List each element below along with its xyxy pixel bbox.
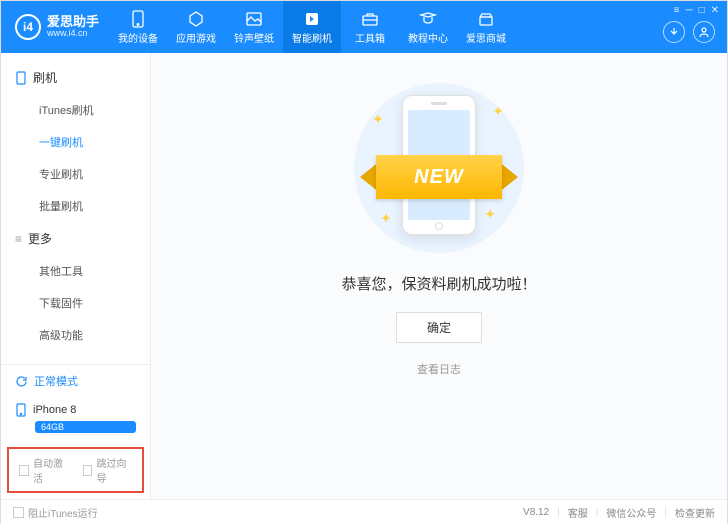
version-label: V8.12 [523,507,549,518]
device-info[interactable]: iPhone 8 64GB [1,397,150,443]
wechat-link[interactable]: 微信公众号 [606,505,656,520]
phone-icon [15,403,27,417]
block-itunes-checkbox[interactable]: 阻止iTunes运行 [13,505,98,520]
sidebar-item-download-fw[interactable]: 下载固件 [1,287,150,319]
nav-tools[interactable]: 工具箱 [341,1,399,53]
sidebar-item-other-tools[interactable]: 其他工具 [1,255,150,287]
status-bar: 阻止iTunes运行 V8.12 | 客服 | 微信公众号 | 检查更新 [1,499,727,525]
sidebar-group-more: ≡ 更多 [1,222,150,255]
device-icon [129,10,147,28]
update-link[interactable]: 检查更新 [675,505,715,520]
main-content: ✦ ✦ ✦ ✦ NEW 恭喜您，保资料刷机成功啦！ 确定 查看日志 [151,53,727,499]
brand-logo: i4 爱思助手 www.i4.cn [1,14,109,40]
view-log-link[interactable]: 查看日志 [417,361,461,377]
menu-icon[interactable]: ≡ [674,5,680,16]
nav-tutorial[interactable]: 教程中心 [399,1,457,53]
shop-icon [477,10,495,28]
nav-flash[interactable]: 智能刷机 [283,1,341,53]
sidebar-item-pro-flash[interactable]: 专业刷机 [1,158,150,190]
new-ribbon: NEW [354,155,524,199]
toolbox-icon [361,10,379,28]
storage-badge: 64GB [35,421,136,433]
ok-button[interactable]: 确定 [396,312,482,343]
device-mode[interactable]: 正常模式 [1,365,150,397]
success-illustration: ✦ ✦ ✦ ✦ NEW [334,83,544,253]
auto-activate-checkbox[interactable]: 自动激活 [19,455,69,485]
minimize-icon[interactable]: ─ [685,5,692,16]
sidebar-group-flash: 刷机 [1,61,150,94]
nav-shop[interactable]: 爱思商城 [457,1,515,53]
window-controls: ≡ ─ □ ✕ [674,5,719,16]
support-link[interactable]: 客服 [568,505,588,520]
close-icon[interactable]: ✕ [711,5,719,16]
menu-icon: ≡ [15,232,22,246]
sidebar: 刷机 iTunes刷机 一键刷机 专业刷机 批量刷机 ≡ 更多 其他工具 下载固… [1,53,151,499]
device-icon [15,71,27,85]
media-icon [245,10,263,28]
flash-icon [303,10,321,28]
logo-icon: i4 [15,14,41,40]
options-highlighted: 自动激活 跳过向导 [7,447,144,493]
sidebar-item-advanced[interactable]: 高级功能 [1,319,150,351]
success-message: 恭喜您，保资料刷机成功啦！ [341,273,536,294]
nav-my-device[interactable]: 我的设备 [109,1,167,53]
nav-apps[interactable]: 应用游戏 [167,1,225,53]
sidebar-item-batch-flash[interactable]: 批量刷机 [1,190,150,222]
tutorial-icon [419,10,437,28]
sidebar-item-oneclick-flash[interactable]: 一键刷机 [1,126,150,158]
main-nav: 我的设备 应用游戏 铃声壁纸 智能刷机 工具箱 教程中心 爱思商城 [109,1,515,53]
brand-url: www.i4.cn [47,29,99,39]
nav-media[interactable]: 铃声壁纸 [225,1,283,53]
user-button[interactable] [693,21,715,43]
brand-title: 爱思助手 [47,15,99,29]
skip-guide-checkbox[interactable]: 跳过向导 [83,455,133,485]
sidebar-item-itunes-flash[interactable]: iTunes刷机 [1,94,150,126]
refresh-icon [15,375,28,388]
maximize-icon[interactable]: □ [699,5,705,16]
download-button[interactable] [663,21,685,43]
title-bar: i4 爱思助手 www.i4.cn 我的设备 应用游戏 铃声壁纸 智能刷机 工具… [1,1,727,53]
apps-icon [187,10,205,28]
